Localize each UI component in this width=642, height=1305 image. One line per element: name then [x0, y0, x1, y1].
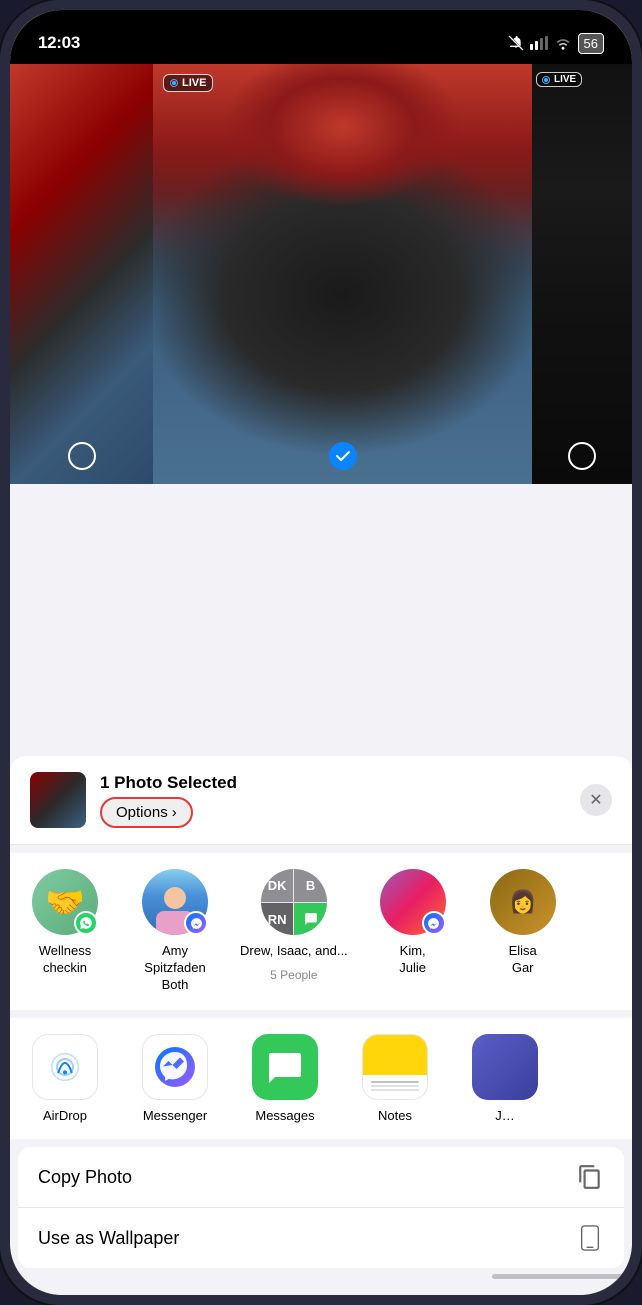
- status-icons: 56: [508, 33, 604, 54]
- copy-icon: [576, 1163, 604, 1191]
- messenger-icon: [142, 1034, 208, 1100]
- cell-dk: DK: [261, 869, 294, 902]
- phone-frame: 12:03: [0, 0, 642, 1305]
- action-copy-photo[interactable]: Copy Photo: [18, 1147, 624, 1207]
- cell-b: B: [294, 869, 327, 902]
- share-header: 1 Photo Selected Options › ✕: [10, 756, 632, 845]
- options-button[interactable]: Options ›: [100, 797, 193, 828]
- contact-avatar-kim: [380, 869, 446, 935]
- status-bar: 12:03: [10, 10, 632, 64]
- airdrop-icon: [32, 1034, 98, 1100]
- dynamic-island: [258, 24, 384, 60]
- photo-strip: LIVE LIVE: [10, 64, 632, 484]
- fifth-app-icon: [472, 1034, 538, 1100]
- notes-bottom: [363, 1075, 427, 1100]
- contact-name-elisa: ElisaGar: [509, 943, 537, 977]
- status-time: 12:03: [38, 33, 80, 53]
- share-thumbnail: [30, 772, 86, 828]
- contact-elisa[interactable]: 👩 ElisaGar: [468, 869, 578, 994]
- avatar-elisa-icon: 👩: [490, 869, 556, 935]
- photo-center[interactable]: LIVE: [153, 64, 532, 484]
- contact-avatar-elisa: 👩: [490, 869, 556, 935]
- photo-left[interactable]: [10, 64, 153, 484]
- contact-name-group: Drew, Isaac, and...: [240, 943, 348, 960]
- contact-avatar-amy: [142, 869, 208, 935]
- app-row: AirDrop: [10, 1018, 632, 1139]
- notification-mute-icon: [508, 35, 524, 51]
- action-wallpaper[interactable]: Use as Wallpaper: [18, 1207, 624, 1268]
- avatar-group: DK B RN: [261, 869, 327, 935]
- action-rows: Copy Photo Use as Wallpaper: [18, 1147, 624, 1268]
- notes-line-2: [371, 1085, 419, 1087]
- select-circle-left[interactable]: [68, 442, 96, 470]
- contacts-row: 🤝 Wellnesscheckin: [10, 853, 632, 1010]
- share-sheet: 1 Photo Selected Options › ✕: [10, 756, 632, 1295]
- action-copy-label: Copy Photo: [38, 1167, 132, 1188]
- live-badge-right: LIVE: [536, 72, 582, 87]
- home-indicator: [492, 1274, 632, 1279]
- select-circle-center[interactable]: [329, 442, 357, 470]
- screen-content: LIVE LIVE: [10, 64, 632, 1295]
- notes-line-3: [371, 1089, 419, 1091]
- wifi-icon: [554, 36, 572, 50]
- share-header-text: 1 Photo Selected Options ›: [100, 773, 566, 828]
- phone-screen: 12:03: [10, 10, 632, 1295]
- battery-level: 56: [578, 33, 604, 54]
- app-label-airdrop: AirDrop: [43, 1108, 87, 1123]
- action-wallpaper-label: Use as Wallpaper: [38, 1228, 179, 1249]
- badge-messenger-amy: [184, 911, 208, 935]
- contact-avatar-group: DK B RN: [261, 869, 327, 935]
- badge-messenger-kim: [422, 911, 446, 935]
- contact-name-amy: AmySpitzfadenBoth: [144, 943, 205, 994]
- contact-group[interactable]: DK B RN Drew, Isaac, and...: [230, 869, 358, 994]
- contact-name-kim: Kim,Julie: [399, 943, 426, 977]
- badge-whatsapp: [74, 911, 98, 935]
- signal-icon: [530, 36, 548, 50]
- share-title: 1 Photo Selected: [100, 773, 566, 793]
- app-item-notes[interactable]: Notes: [340, 1034, 450, 1123]
- contact-name-wellness: Wellnesscheckin: [39, 943, 92, 977]
- app-label-notes: Notes: [378, 1108, 412, 1123]
- notes-top: [363, 1035, 427, 1075]
- phone-icon: [576, 1224, 604, 1252]
- notes-line-1: [371, 1081, 419, 1083]
- contact-avatar-wellness: 🤝: [32, 869, 98, 935]
- live-dot-center: [170, 79, 178, 87]
- select-circle-right[interactable]: [568, 442, 596, 470]
- contact-sub-group: 5 People: [270, 968, 317, 982]
- app-item-airdrop[interactable]: AirDrop: [10, 1034, 120, 1123]
- photo-right[interactable]: LIVE: [532, 64, 632, 484]
- app-item-fifth[interactable]: J…: [450, 1034, 560, 1123]
- live-badge-center: LIVE: [163, 74, 213, 92]
- app-item-messages[interactable]: Messages: [230, 1034, 340, 1123]
- messages-icon: [252, 1034, 318, 1100]
- app-item-messenger[interactable]: Messenger: [120, 1034, 230, 1123]
- contact-kim[interactable]: Kim,Julie: [358, 869, 468, 994]
- contact-wellness[interactable]: 🤝 Wellnesscheckin: [10, 869, 120, 994]
- avatar-amy-head: [164, 887, 186, 909]
- cell-rn: RN: [261, 903, 294, 936]
- cell-msg: [294, 903, 327, 936]
- contact-amy[interactable]: AmySpitzfadenBoth: [120, 869, 230, 994]
- app-label-messages: Messages: [255, 1108, 314, 1123]
- close-button[interactable]: ✕: [580, 784, 612, 816]
- live-dot-right: [542, 76, 550, 84]
- app-label-messenger: Messenger: [143, 1108, 207, 1123]
- app-label-fifth: J…: [495, 1108, 515, 1123]
- notes-icon: [362, 1034, 428, 1100]
